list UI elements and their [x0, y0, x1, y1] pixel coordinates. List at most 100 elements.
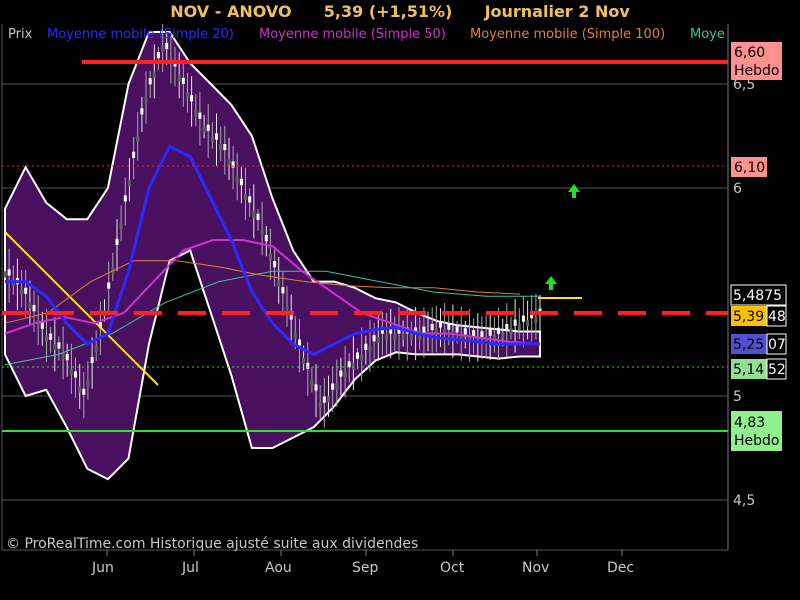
price-candle-body	[40, 322, 44, 329]
price-candle-body	[281, 287, 285, 294]
price-candle-body	[385, 333, 389, 340]
price-candle-body	[156, 52, 160, 59]
price-candle-body	[314, 384, 318, 391]
price-candle-body	[53, 344, 57, 351]
price-tag-sub: 07	[768, 337, 786, 353]
chart-period: Journalier 2 Nov	[484, 2, 630, 21]
copyright-footer: © ProRealTime.com Historique ajusté suit…	[6, 536, 418, 552]
price-candle-body	[409, 333, 413, 340]
price-candle-body	[82, 388, 86, 395]
price-candle-body	[264, 235, 268, 242]
legend-ma50: Moyenne mobile (Simple 50)	[259, 27, 446, 42]
x-tick-label: Jun	[91, 560, 114, 576]
price-tag-sub: Hebdo	[734, 433, 779, 449]
price-tag-5-39[interactable]: 5,39 48	[731, 305, 787, 327]
price-candle-body	[57, 342, 61, 349]
price-tag-value: 6,60	[734, 45, 765, 61]
legend-ma200: Moye	[690, 27, 725, 42]
price-candle-body	[351, 363, 355, 370]
price-candle-body	[119, 223, 123, 230]
chart-quote: 5,39 (+1,51%)	[323, 2, 453, 21]
price-tag-value: 5,39	[733, 309, 764, 325]
price-candle-body	[86, 380, 90, 387]
price-candle-body	[215, 133, 218, 140]
price-candle-body	[505, 324, 509, 331]
price-candle-body	[447, 323, 451, 330]
price-tag-6-60[interactable]: 6,60 Hebdo	[731, 42, 782, 80]
chart-title-bar: NOV - ANOVO 5,39 (+1,51%) Journalier 2 N…	[0, 0, 800, 24]
x-tick-label: Nov	[522, 560, 549, 576]
price-candle-body	[115, 238, 119, 245]
legend: Prix Moyenne mobile (Simple 20) Moyenne …	[8, 27, 725, 42]
price-candle-body	[322, 396, 326, 403]
legend-prix: Prix	[8, 27, 33, 42]
price-candle-body	[480, 331, 484, 338]
price-candle-body	[194, 110, 198, 117]
price-candle-body	[372, 335, 376, 342]
price-candle-body	[198, 112, 202, 119]
price-candle-body	[177, 75, 181, 82]
price-candle-body	[219, 144, 223, 151]
price-candle-body	[517, 323, 521, 330]
price-candle-body	[161, 45, 165, 52]
price-tag-value: 5,4875	[733, 288, 782, 304]
price-candle-body	[298, 339, 301, 346]
price-candle-body	[20, 288, 24, 295]
price-tag-value: 6,10	[734, 160, 765, 176]
y-tick-label: 4,5	[733, 493, 755, 509]
price-candle-body	[190, 95, 194, 102]
price-candle-body	[260, 228, 264, 235]
x-tick-label: Jul	[181, 560, 199, 576]
price-candle-body	[293, 332, 297, 339]
price-candle-body	[472, 330, 476, 337]
price-tag-sub: 52	[768, 362, 786, 378]
price-candle-body	[49, 333, 53, 340]
price-candle-body	[45, 335, 48, 342]
price-candle-body	[526, 320, 530, 327]
price-candle-body	[277, 280, 281, 287]
price-candle-body	[127, 179, 131, 186]
price-candle-body	[206, 124, 210, 131]
price-candle-body	[364, 343, 368, 350]
price-candle-body	[94, 345, 98, 352]
price-candle-body	[534, 316, 538, 323]
price-tag-6-10[interactable]: 6,10	[731, 157, 767, 177]
price-candle-body	[268, 254, 272, 261]
price-candle-body	[65, 354, 69, 361]
price-candle-body	[74, 371, 77, 378]
price-candle-body	[509, 328, 513, 335]
price-tag-5-25[interactable]: 5,25 07	[731, 333, 787, 355]
stock-chart: Prix Moyenne mobile (Simple 20) Moyenne …	[0, 0, 800, 600]
price-candle-body	[335, 383, 339, 390]
price-candle-body	[28, 302, 32, 309]
x-tick-label: Dec	[607, 560, 634, 576]
price-candle-body	[356, 352, 359, 359]
price-candle-body	[360, 354, 364, 361]
price-candle-body	[152, 71, 156, 78]
x-tick-label: Sep	[352, 560, 379, 576]
price-candle-body	[239, 178, 243, 186]
price-candle-body	[32, 305, 36, 312]
y-tick-label: 6	[733, 181, 742, 197]
price-candle-body	[430, 323, 434, 331]
price-candle-body	[331, 383, 335, 390]
price-tag-4-83[interactable]: 4,83 Hebdo	[731, 411, 782, 451]
price-tag-sub: 48	[768, 309, 786, 325]
price-candle-body	[327, 396, 330, 403]
price-candle-body	[227, 159, 231, 166]
price-candle-body	[310, 379, 314, 386]
price-candle-body	[181, 77, 185, 84]
price-tag-5-4875[interactable]: 5,4875	[730, 284, 787, 306]
price-tag-5-14[interactable]: 5,14 52	[731, 358, 787, 380]
price-candle-body	[248, 196, 252, 203]
price-candle-body	[7, 269, 11, 276]
price-tag-value: 5,25	[733, 337, 764, 353]
price-tag-value: 5,14	[733, 362, 764, 378]
price-candle-body	[61, 352, 65, 360]
price-candle-body	[144, 97, 148, 104]
price-candle-body	[463, 328, 467, 335]
price-candle-body	[90, 356, 94, 364]
price-candle-body	[393, 333, 397, 340]
price-candle-body	[513, 319, 517, 326]
chart-title: NOV - ANOVO	[170, 2, 292, 21]
